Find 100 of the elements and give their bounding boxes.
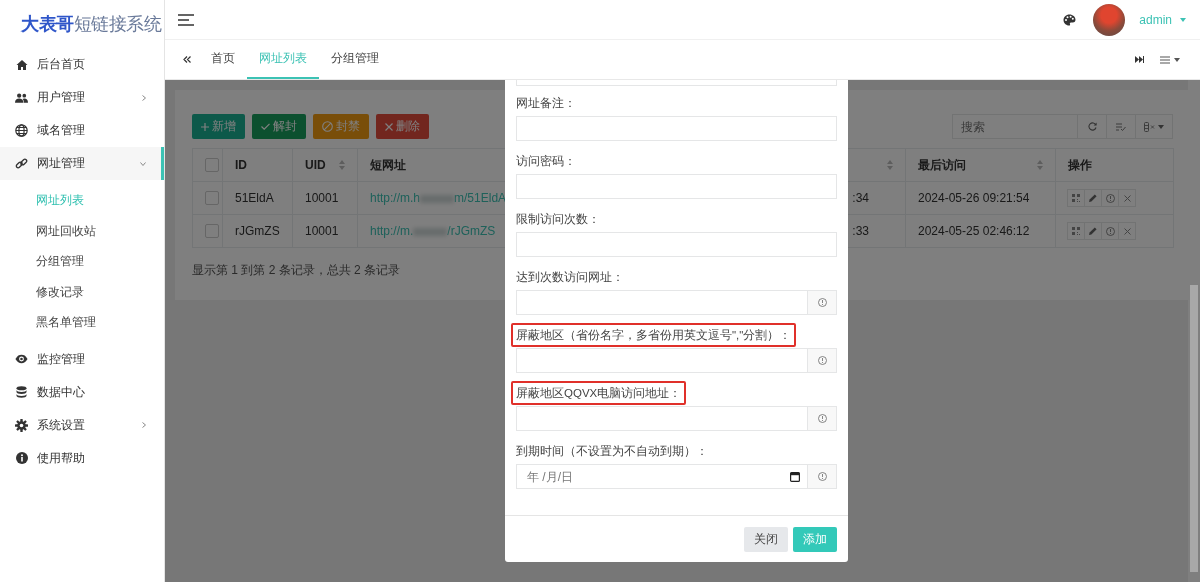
info-circle-icon [1105, 193, 1115, 203]
calendar-icon [790, 471, 800, 482]
refresh-button[interactable] [1077, 114, 1107, 139]
column-header[interactable]: UID [292, 148, 358, 182]
sidebar-item[interactable]: 使用帮助 [0, 441, 164, 475]
info-button[interactable] [808, 290, 837, 315]
chevron-right-icon [142, 94, 146, 101]
skip-forward-icon [1135, 56, 1144, 63]
field-label: 限制访问次数： [515, 212, 601, 227]
qr-button[interactable] [1067, 189, 1085, 207]
refresh-icon [1087, 122, 1097, 131]
input-field[interactable] [516, 174, 837, 199]
field-label: 屏蔽地区QQVX电脑访问地址： [511, 381, 687, 405]
info-button[interactable] [1101, 189, 1119, 207]
chevron-right-icon [142, 422, 146, 428]
sidebar-subitem[interactable]: 网址回收站 [0, 215, 164, 246]
tab[interactable]: 分组管理 [319, 40, 391, 79]
logo-text: 大表哥短链接系统 [21, 13, 161, 36]
caret-icon [1158, 124, 1164, 129]
pagination-summary: 显示第 1 到第 2 条记录，总共 2 条记录 [192, 262, 401, 279]
grid-icon [1072, 227, 1080, 235]
globe-icon [15, 124, 28, 137]
menu-icon [1160, 55, 1170, 64]
home-icon [15, 58, 28, 71]
link-icon [15, 157, 28, 170]
sidebar-item[interactable]: 域名管理 [0, 114, 164, 147]
field-label: 到期时间（不设置为不自动到期）： [515, 444, 709, 459]
input-field[interactable] [516, 290, 808, 315]
delete-row-button[interactable] [1118, 222, 1136, 240]
info-circle-icon [817, 356, 827, 365]
database-icon [16, 386, 27, 398]
sidebar-item[interactable]: 监控管理 [0, 342, 164, 376]
caret-icon [1180, 17, 1186, 22]
table-cell: 2024-05-25 02:46:12 [905, 214, 1056, 248]
info-circle-icon [1105, 226, 1115, 236]
sidebar-subitem[interactable]: 黑名单管理 [0, 307, 164, 338]
input-field[interactable] [516, 406, 808, 431]
tab[interactable]: 首页 [199, 40, 247, 79]
checkbox[interactable] [205, 191, 219, 206]
info-button[interactable] [1101, 222, 1119, 240]
close-button[interactable]: 关闭 [744, 527, 788, 552]
input-field[interactable] [516, 116, 837, 141]
sort-icon [1037, 160, 1043, 170]
qr-button[interactable] [1067, 222, 1085, 240]
table-cell: 10001 [292, 181, 358, 215]
table-cell: 51EldA [222, 181, 293, 215]
menu-icon [178, 13, 194, 26]
checkbox[interactable] [205, 224, 219, 239]
info-button[interactable] [808, 406, 837, 431]
menu-button[interactable] [178, 13, 194, 26]
sidebar-item[interactable]: 用户管理 [0, 81, 164, 114]
theme-button[interactable] [1063, 13, 1077, 26]
sidebar-item[interactable]: 网址管理 [0, 147, 164, 180]
field-label: 屏蔽地区（省份名字，多省份用英文逗号","分割）： [511, 323, 797, 347]
edit-button[interactable] [1084, 222, 1102, 240]
edit-button[interactable] [1084, 189, 1102, 207]
date-field[interactable]: 年 /月/日 [516, 464, 808, 489]
columns-button[interactable] [1135, 114, 1173, 139]
settings-icon [15, 418, 28, 432]
search-field[interactable]: 搜索 [952, 114, 1078, 139]
checkbox[interactable] [205, 158, 219, 173]
input-field[interactable] [516, 80, 837, 86]
sidebar-subitem[interactable]: 修改记录 [0, 276, 164, 307]
plus-icon [201, 122, 209, 131]
field-label: 达到次数访问网址： [515, 270, 625, 285]
grid-icon [1072, 194, 1080, 202]
scrollbar[interactable] [1188, 80, 1200, 582]
sidebar-item[interactable]: 系统设置 [0, 408, 164, 442]
avatar[interactable] [1093, 3, 1126, 36]
field-label: 网址备注： [515, 96, 577, 111]
input-field[interactable] [516, 348, 808, 373]
field-label: 访问密码： [515, 154, 577, 169]
column-header: ID [222, 148, 293, 182]
table-cell: 10001 [292, 214, 358, 248]
columns-icon [1144, 121, 1155, 132]
info-circle-icon [817, 472, 827, 481]
check-icon [261, 123, 270, 130]
toggle-view-button[interactable] [1106, 114, 1136, 139]
eye-icon [15, 354, 28, 364]
caret-icon [1174, 57, 1180, 62]
table-cell: 2024-05-26 09:21:54 [905, 181, 1056, 215]
list-check-icon [1116, 122, 1126, 131]
column-header[interactable]: 最后访问 [905, 148, 1056, 182]
sidebar-item[interactable]: 数据中心 [0, 375, 164, 409]
column-header: 操作 [1055, 148, 1174, 182]
info-button[interactable] [808, 348, 837, 373]
info-circle-icon [817, 298, 827, 307]
close-icon [1123, 227, 1131, 235]
table-cell: rJGmZS [222, 214, 293, 248]
pencil-icon [1089, 227, 1097, 235]
info-circle-icon [817, 414, 827, 423]
sidebar-subitem[interactable]: 分组管理 [0, 246, 164, 277]
sort-icon [887, 160, 893, 170]
sidebar-item[interactable]: 后台首页 [0, 48, 164, 81]
close-icon [1123, 194, 1131, 202]
delete-row-button[interactable] [1118, 189, 1136, 207]
info-button[interactable] [808, 464, 837, 489]
input-field[interactable] [516, 232, 837, 257]
pencil-icon [1089, 194, 1097, 202]
palette-icon [1063, 13, 1077, 26]
